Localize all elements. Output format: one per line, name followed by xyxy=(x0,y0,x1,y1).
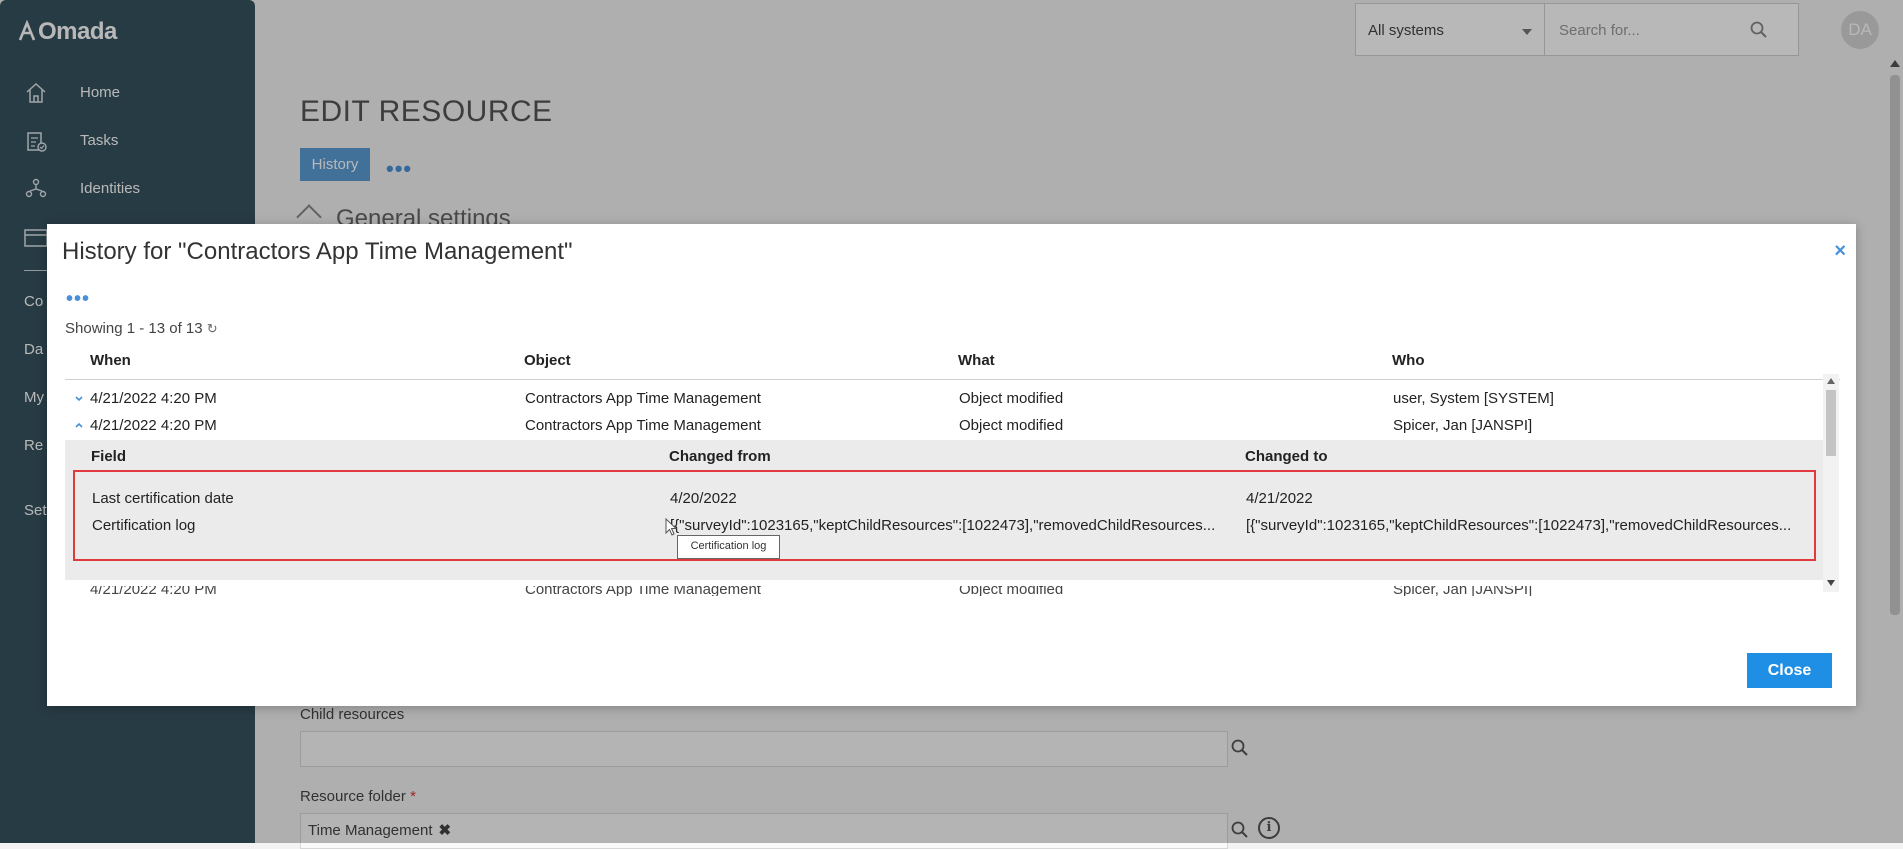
cell-when: 4/21/2022 4:20 PM xyxy=(90,390,217,407)
cell-when: 4/21/2022 4:20 PM xyxy=(90,586,217,596)
scrollbar-thumb[interactable] xyxy=(1826,390,1836,456)
chevron-down-icon[interactable] xyxy=(75,395,83,403)
header-divider xyxy=(65,379,1840,380)
result-count-text: Showing 1 - 13 of 13 xyxy=(65,320,203,337)
dialog-title: History for "Contractors App Time Manage… xyxy=(62,238,573,265)
detail-header-changed-to: Changed to xyxy=(1245,448,1328,465)
close-icon[interactable]: × xyxy=(1834,240,1846,263)
cell-who: Spicer, Jan [JANSPI] xyxy=(1393,417,1533,434)
cell-what: Object modified xyxy=(959,417,1064,434)
cell-object: Contractors App Time Management xyxy=(525,586,761,596)
refresh-icon[interactable]: ↻ xyxy=(207,321,218,336)
table-scrollbar[interactable] xyxy=(1823,374,1839,592)
history-dialog: History for "Contractors App Time Manage… xyxy=(47,224,1856,706)
column-header-what[interactable]: What xyxy=(958,352,995,369)
scroll-up-arrow-icon[interactable] xyxy=(1827,378,1835,384)
highlight-box xyxy=(73,470,1816,561)
cell-who: user, System [SYSTEM] xyxy=(1393,390,1554,407)
result-count: Showing 1 - 13 of 13 ↻ xyxy=(65,320,218,337)
detail-header-changed-from: Changed from xyxy=(669,448,771,465)
more-options-icon[interactable]: ••• xyxy=(66,289,90,309)
table-row[interactable]: 4/21/2022 4:20 PM Contractors App Time M… xyxy=(90,586,1820,596)
chevron-up-icon[interactable] xyxy=(75,421,83,429)
detail-header-field: Field xyxy=(91,448,127,465)
column-header-when[interactable]: When xyxy=(90,352,131,369)
cell-who: Spicer, Jan [JANSPI] xyxy=(1393,586,1533,596)
scroll-down-arrow-icon[interactable] xyxy=(1827,580,1835,586)
cell-object: Contractors App Time Management xyxy=(525,417,761,434)
column-header-who[interactable]: Who xyxy=(1392,352,1424,369)
column-header-object[interactable]: Object xyxy=(524,352,571,369)
cell-what: Object modified xyxy=(959,586,1064,596)
cell-when: 4/21/2022 4:20 PM xyxy=(90,417,217,434)
close-button[interactable]: Close xyxy=(1747,653,1832,688)
tooltip: Certification log xyxy=(677,535,780,559)
cell-object: Contractors App Time Management xyxy=(525,390,761,407)
cell-what: Object modified xyxy=(959,390,1064,407)
